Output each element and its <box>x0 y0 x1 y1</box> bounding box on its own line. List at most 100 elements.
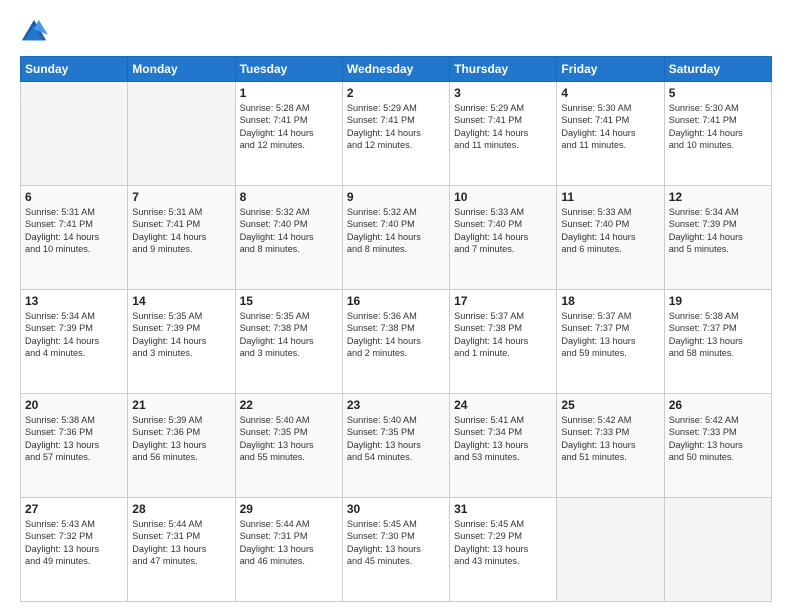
day-number: 15 <box>240 294 338 308</box>
day-info: Sunrise: 5:31 AMSunset: 7:41 PMDaylight:… <box>132 206 230 256</box>
calendar-cell: 26 Sunrise: 5:42 AMSunset: 7:33 PMDayligh… <box>664 394 771 498</box>
day-info: Sunrise: 5:29 AMSunset: 7:41 PMDaylight:… <box>347 102 445 152</box>
day-number: 2 <box>347 86 445 100</box>
calendar-cell <box>557 498 664 602</box>
day-number: 29 <box>240 502 338 516</box>
day-number: 11 <box>561 190 659 204</box>
day-number: 31 <box>454 502 552 516</box>
calendar-cell: 11 Sunrise: 5:33 AMSunset: 7:40 PMDayligh… <box>557 186 664 290</box>
calendar-cell: 1Sunrise: 5:28 AMSunset: 7:41 PMDaylight… <box>235 82 342 186</box>
day-info: Sunrise: 5:33 AMSunset: 7:40 PMDaylight:… <box>454 206 552 256</box>
day-number: 23 <box>347 398 445 412</box>
day-info: Sunrise: 5:37 AMSunset: 7:38 PMDaylight:… <box>454 310 552 360</box>
day-info: Sunrise: 5:42 AMSunset: 7:33 PMDaylight:… <box>669 414 767 464</box>
weekday-header-thursday: Thursday <box>450 57 557 82</box>
day-info: Sunrise: 5:30 AMSunset: 7:41 PMDaylight:… <box>561 102 659 152</box>
day-number: 25 <box>561 398 659 412</box>
day-number: 27 <box>25 502 123 516</box>
calendar-cell: 4 Sunrise: 5:30 AMSunset: 7:41 PMDaylight… <box>557 82 664 186</box>
calendar-cell: 24Sunrise: 5:41 AMSunset: 7:34 PMDayligh… <box>450 394 557 498</box>
calendar-cell: 31 Sunrise: 5:45 AMSunset: 7:29 PMDayligh… <box>450 498 557 602</box>
calendar-cell: 20 Sunrise: 5:38 AMSunset: 7:36 PMDayligh… <box>21 394 128 498</box>
day-number: 26 <box>669 398 767 412</box>
weekday-header-tuesday: Tuesday <box>235 57 342 82</box>
calendar-cell <box>128 82 235 186</box>
day-number: 10 <box>454 190 552 204</box>
day-info: Sunrise: 5:45 AMSunset: 7:30 PMDaylight:… <box>347 518 445 568</box>
calendar-cell: 15Sunrise: 5:35 AMSunset: 7:38 PMDayligh… <box>235 290 342 394</box>
day-number: 7 <box>132 190 230 204</box>
day-info: Sunrise: 5:31 AMSunset: 7:41 PMDaylight:… <box>25 206 123 256</box>
calendar-cell: 3 Sunrise: 5:29 AMSunset: 7:41 PMDaylight… <box>450 82 557 186</box>
day-info: Sunrise: 5:40 AMSunset: 7:35 PMDaylight:… <box>347 414 445 464</box>
calendar-cell: 2 Sunrise: 5:29 AMSunset: 7:41 PMDaylight… <box>342 82 449 186</box>
calendar-week-row: 6 Sunrise: 5:31 AMSunset: 7:41 PMDaylight… <box>21 186 772 290</box>
day-number: 4 <box>561 86 659 100</box>
calendar-cell: 16 Sunrise: 5:36 AMSunset: 7:38 PMDayligh… <box>342 290 449 394</box>
day-number: 5 <box>669 86 767 100</box>
day-number: 16 <box>347 294 445 308</box>
calendar-cell: 25 Sunrise: 5:42 AMSunset: 7:33 PMDayligh… <box>557 394 664 498</box>
day-info: Sunrise: 5:28 AMSunset: 7:41 PMDaylight:… <box>240 102 338 152</box>
day-info: Sunrise: 5:42 AMSunset: 7:33 PMDaylight:… <box>561 414 659 464</box>
day-number: 17 <box>454 294 552 308</box>
day-number: 20 <box>25 398 123 412</box>
calendar-cell: 18Sunrise: 5:37 AMSunset: 7:37 PMDayligh… <box>557 290 664 394</box>
day-number: 21 <box>132 398 230 412</box>
header <box>20 18 772 46</box>
day-number: 8 <box>240 190 338 204</box>
day-number: 9 <box>347 190 445 204</box>
day-number: 19 <box>669 294 767 308</box>
day-number: 24 <box>454 398 552 412</box>
day-info: Sunrise: 5:38 AMSunset: 7:36 PMDaylight:… <box>25 414 123 464</box>
calendar-cell: 6 Sunrise: 5:31 AMSunset: 7:41 PMDaylight… <box>21 186 128 290</box>
logo-icon <box>20 18 48 46</box>
calendar-cell: 8Sunrise: 5:32 AMSunset: 7:40 PMDaylight… <box>235 186 342 290</box>
calendar-cell: 10 Sunrise: 5:33 AMSunset: 7:40 PMDayligh… <box>450 186 557 290</box>
weekday-header-row: SundayMondayTuesdayWednesdayThursdayFrid… <box>21 57 772 82</box>
calendar-cell: 23 Sunrise: 5:40 AMSunset: 7:35 PMDayligh… <box>342 394 449 498</box>
page: SundayMondayTuesdayWednesdayThursdayFrid… <box>0 0 792 612</box>
day-number: 22 <box>240 398 338 412</box>
day-info: Sunrise: 5:44 AMSunset: 7:31 PMDaylight:… <box>240 518 338 568</box>
day-info: Sunrise: 5:45 AMSunset: 7:29 PMDaylight:… <box>454 518 552 568</box>
calendar-cell: 9 Sunrise: 5:32 AMSunset: 7:40 PMDaylight… <box>342 186 449 290</box>
calendar-week-row: 20 Sunrise: 5:38 AMSunset: 7:36 PMDayligh… <box>21 394 772 498</box>
calendar-table: SundayMondayTuesdayWednesdayThursdayFrid… <box>20 56 772 602</box>
calendar-cell: 5 Sunrise: 5:30 AMSunset: 7:41 PMDaylight… <box>664 82 771 186</box>
day-number: 6 <box>25 190 123 204</box>
day-number: 14 <box>132 294 230 308</box>
day-info: Sunrise: 5:40 AMSunset: 7:35 PMDaylight:… <box>240 414 338 464</box>
calendar-cell: 28Sunrise: 5:44 AMSunset: 7:31 PMDayligh… <box>128 498 235 602</box>
day-info: Sunrise: 5:43 AMSunset: 7:32 PMDaylight:… <box>25 518 123 568</box>
day-info: Sunrise: 5:35 AMSunset: 7:39 PMDaylight:… <box>132 310 230 360</box>
calendar-week-row: 1Sunrise: 5:28 AMSunset: 7:41 PMDaylight… <box>21 82 772 186</box>
calendar-cell: 30Sunrise: 5:45 AMSunset: 7:30 PMDayligh… <box>342 498 449 602</box>
weekday-header-saturday: Saturday <box>664 57 771 82</box>
day-info: Sunrise: 5:39 AMSunset: 7:36 PMDaylight:… <box>132 414 230 464</box>
day-info: Sunrise: 5:36 AMSunset: 7:38 PMDaylight:… <box>347 310 445 360</box>
day-info: Sunrise: 5:33 AMSunset: 7:40 PMDaylight:… <box>561 206 659 256</box>
weekday-header-wednesday: Wednesday <box>342 57 449 82</box>
logo <box>20 18 52 46</box>
calendar-cell: 13Sunrise: 5:34 AMSunset: 7:39 PMDayligh… <box>21 290 128 394</box>
calendar-week-row: 13Sunrise: 5:34 AMSunset: 7:39 PMDayligh… <box>21 290 772 394</box>
day-number: 28 <box>132 502 230 516</box>
calendar-cell: 19 Sunrise: 5:38 AMSunset: 7:37 PMDayligh… <box>664 290 771 394</box>
weekday-header-sunday: Sunday <box>21 57 128 82</box>
calendar-cell: 29 Sunrise: 5:44 AMSunset: 7:31 PMDayligh… <box>235 498 342 602</box>
day-info: Sunrise: 5:34 AMSunset: 7:39 PMDaylight:… <box>669 206 767 256</box>
day-info: Sunrise: 5:38 AMSunset: 7:37 PMDaylight:… <box>669 310 767 360</box>
calendar-cell <box>664 498 771 602</box>
calendar-cell: 14 Sunrise: 5:35 AMSunset: 7:39 PMDayligh… <box>128 290 235 394</box>
day-number: 3 <box>454 86 552 100</box>
calendar-week-row: 27 Sunrise: 5:43 AMSunset: 7:32 PMDayligh… <box>21 498 772 602</box>
calendar-cell: 27 Sunrise: 5:43 AMSunset: 7:32 PMDayligh… <box>21 498 128 602</box>
day-number: 12 <box>669 190 767 204</box>
weekday-header-friday: Friday <box>557 57 664 82</box>
day-number: 18 <box>561 294 659 308</box>
day-info: Sunrise: 5:32 AMSunset: 7:40 PMDaylight:… <box>347 206 445 256</box>
day-info: Sunrise: 5:29 AMSunset: 7:41 PMDaylight:… <box>454 102 552 152</box>
calendar-cell <box>21 82 128 186</box>
day-info: Sunrise: 5:30 AMSunset: 7:41 PMDaylight:… <box>669 102 767 152</box>
